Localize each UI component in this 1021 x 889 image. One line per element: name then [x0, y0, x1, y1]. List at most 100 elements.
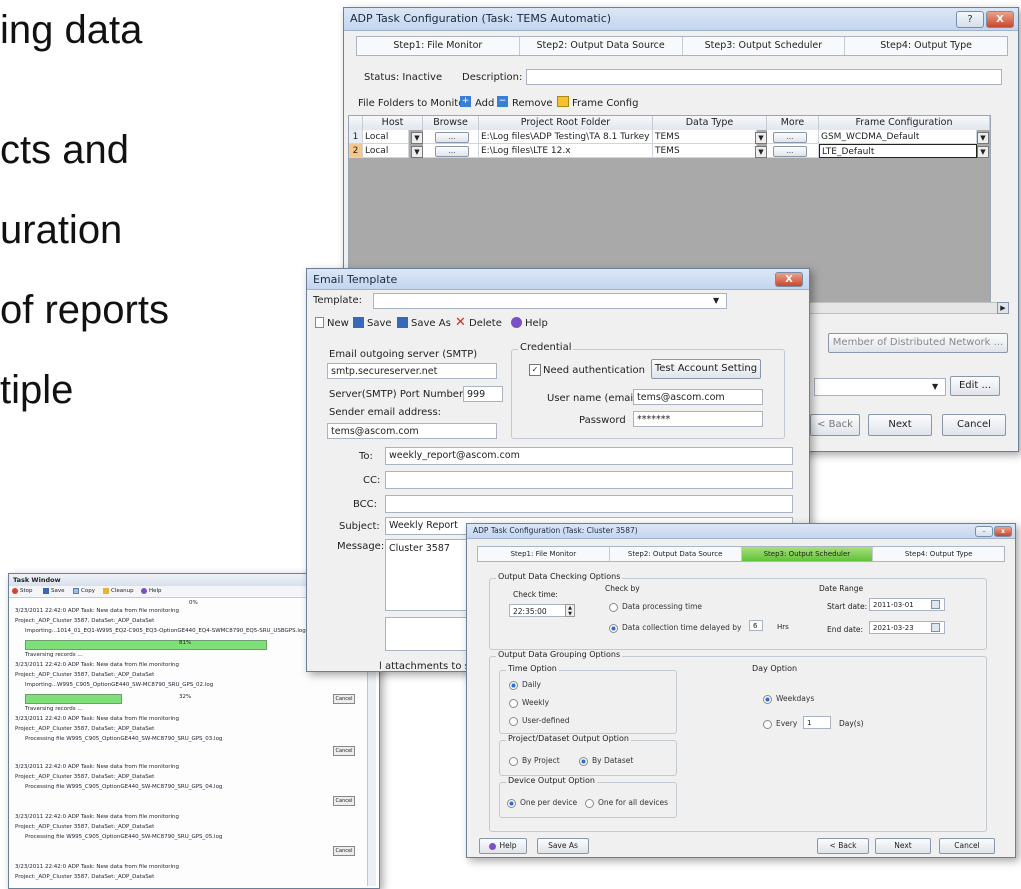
tab-step4[interactable]: Step4: Output Type	[873, 547, 1004, 561]
user-defined-radio[interactable]: User-defined	[509, 716, 570, 726]
one-for-all-radio[interactable]: One for all devices	[585, 798, 668, 808]
copy-button[interactable]: Copy	[81, 588, 95, 594]
tab-step1[interactable]: Step1: File Monitor	[357, 37, 520, 55]
help-button[interactable]: Help	[479, 838, 527, 854]
cleanup-button[interactable]: Cleanup	[111, 588, 134, 594]
cancel-button[interactable]: Cancel	[333, 694, 355, 704]
scroll-right-icon[interactable]: ▶	[997, 302, 1009, 314]
save-button[interactable]: Save	[51, 588, 65, 594]
data-type-dropdown-icon[interactable]: ▼	[755, 146, 767, 158]
processing-time-radio[interactable]: Data processing time	[609, 602, 702, 612]
new-icon[interactable]	[315, 317, 324, 328]
description-input[interactable]	[526, 69, 1002, 85]
by-dataset-radio[interactable]: By Dataset	[579, 756, 633, 766]
sender-input[interactable]: tems@ascom.com	[327, 423, 497, 439]
back-button[interactable]: < Back	[810, 414, 860, 436]
host-cell[interactable]: Local	[363, 144, 409, 158]
save-as-button[interactable]: Save As	[411, 318, 451, 329]
data-type-cell[interactable]: TEMS	[653, 130, 757, 144]
frame-config-icon[interactable]	[557, 96, 569, 107]
need-auth-checkbox[interactable]: ✓	[529, 364, 541, 376]
save-as-icon[interactable]	[397, 317, 408, 328]
folder-cell[interactable]: E:\Log files\ADP Testing\TA 8.1 Turkey	[479, 130, 653, 144]
weekly-radio[interactable]: Weekly	[509, 698, 549, 708]
check-time-stepper[interactable]: ▲ ▼	[565, 604, 575, 617]
tab-step3[interactable]: Step3: Output Scheduler	[683, 37, 846, 55]
cancel-button[interactable]: Cancel	[333, 846, 355, 856]
smtp-input[interactable]: smtp.secureserver.net	[327, 363, 497, 379]
help-icon[interactable]	[141, 588, 147, 594]
tab-step3[interactable]: Step3: Output Scheduler	[741, 547, 874, 561]
tab-step1[interactable]: Step1: File Monitor	[478, 547, 610, 561]
attachment-input[interactable]	[385, 617, 471, 651]
host-cell[interactable]: Local	[363, 130, 409, 144]
remove-icon[interactable]: −	[497, 96, 508, 107]
template-select[interactable]	[373, 293, 727, 309]
every-radio[interactable]: Every	[763, 719, 797, 729]
add-icon[interactable]: +	[460, 96, 471, 107]
delete-button[interactable]: Delete	[469, 318, 502, 329]
calendar-icon[interactable]	[931, 623, 940, 632]
cancel-button[interactable]: Cancel	[333, 746, 355, 756]
cancel-button[interactable]: Cancel	[333, 796, 355, 806]
close-icon[interactable]: X	[775, 272, 803, 287]
bcc-input[interactable]	[385, 495, 793, 513]
collection-time-radio[interactable]: Data collection time delayed by	[609, 623, 741, 633]
one-per-device-radio[interactable]: One per device	[507, 798, 577, 808]
frame-dropdown-icon[interactable]: ▼	[977, 146, 989, 158]
frame-config-cell[interactable]: GSM_WCDMA_Default	[819, 130, 977, 144]
minimize-icon[interactable]: –	[975, 526, 993, 537]
add-button[interactable]: Add	[475, 98, 494, 109]
host-dropdown-icon[interactable]: ▼	[411, 146, 423, 158]
output-select-chevron-down-icon[interactable]: ▼	[932, 382, 938, 391]
username-input[interactable]: tems@ascom.com	[633, 389, 763, 405]
delete-icon[interactable]: ✕	[455, 315, 466, 330]
help-button[interactable]: Help	[149, 588, 162, 594]
back-button[interactable]: < Back	[817, 838, 869, 854]
folder-cell[interactable]: E:\Log files\LTE 12.x	[479, 144, 653, 158]
message-textarea[interactable]: Cluster 3587	[385, 539, 471, 611]
save-icon[interactable]	[353, 317, 364, 328]
more-button[interactable]: ...	[773, 146, 807, 157]
stop-button[interactable]: Stop	[20, 588, 33, 594]
help-icon[interactable]: ?	[956, 11, 984, 28]
member-distributed-network-button[interactable]: Member of Distributed Network ...	[828, 333, 1008, 353]
close-icon[interactable]: x	[994, 526, 1012, 537]
cancel-button[interactable]: Cancel	[939, 838, 995, 854]
new-button[interactable]: New	[327, 318, 349, 329]
frame-config-cell[interactable]: LTE_Default	[819, 144, 977, 158]
data-type-dropdown-icon[interactable]: ▼	[755, 132, 767, 144]
template-chevron-down-icon[interactable]: ▼	[713, 296, 719, 305]
browse-button[interactable]: ...	[435, 146, 469, 157]
cc-input[interactable]	[385, 471, 793, 489]
password-input[interactable]: *******	[633, 411, 763, 427]
stop-icon[interactable]	[12, 588, 18, 594]
test-account-button[interactable]: Test Account Setting	[651, 359, 761, 379]
port-input[interactable]: 999	[463, 386, 503, 402]
by-project-radio[interactable]: By Project	[509, 756, 560, 766]
frame-dropdown-icon[interactable]: ▼	[977, 132, 989, 144]
daily-radio[interactable]: Daily	[509, 680, 541, 690]
cleanup-icon[interactable]	[103, 588, 109, 594]
calendar-icon[interactable]	[931, 600, 940, 609]
copy-icon[interactable]	[73, 588, 79, 594]
remove-button[interactable]: Remove	[512, 98, 553, 109]
frame-config-button[interactable]: Frame Config	[572, 98, 638, 109]
host-dropdown-icon[interactable]: ▼	[411, 132, 423, 144]
data-type-cell[interactable]: TEMS	[653, 144, 757, 158]
help-icon[interactable]	[511, 317, 522, 328]
tab-step4[interactable]: Step4: Output Type	[845, 37, 1007, 55]
next-button[interactable]: Next	[875, 838, 931, 854]
tab-step2[interactable]: Step2: Output Data Source	[610, 547, 742, 561]
save-button[interactable]: Save	[367, 318, 392, 329]
more-button[interactable]: ...	[773, 132, 807, 143]
output-select[interactable]	[814, 378, 946, 396]
next-button[interactable]: Next	[868, 414, 932, 436]
to-input[interactable]: weekly_report@ascom.com	[385, 447, 793, 465]
close-icon[interactable]: X	[986, 11, 1014, 28]
tab-step2[interactable]: Step2: Output Data Source	[520, 37, 683, 55]
save-icon[interactable]	[43, 588, 49, 594]
weekdays-radio[interactable]: Weekdays	[763, 694, 814, 704]
save-as-button[interactable]: Save As	[537, 838, 589, 854]
edit-button[interactable]: Edit ...	[950, 376, 1000, 396]
